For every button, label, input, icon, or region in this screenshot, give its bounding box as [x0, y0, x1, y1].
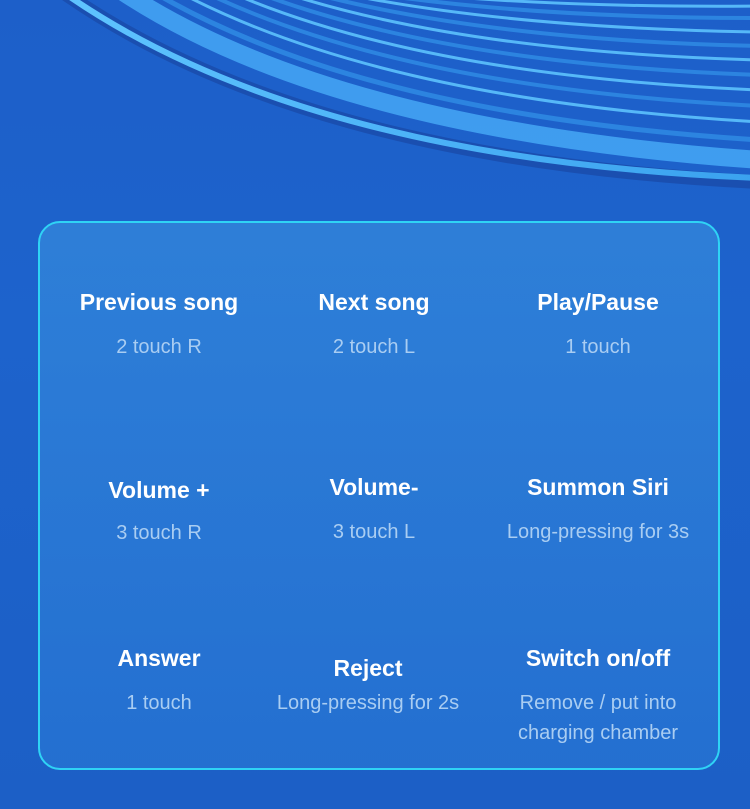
control-action: 2 touch L — [332, 336, 416, 358]
control-volume-down: Volume- 3 touch L — [260, 473, 488, 547]
control-action-line2: charging chamber — [517, 722, 679, 744]
control-switch-on-off: Switch on/off Remove / put into charging… — [484, 644, 712, 748]
control-previous-song: Previous song 2 touch R — [45, 288, 273, 362]
control-summon-siri: Summon Siri Long-pressing for 3s — [484, 473, 712, 547]
control-title: Switch on/off — [525, 645, 671, 671]
control-action: 3 touch L — [332, 521, 416, 543]
control-next-song: Next song 2 touch L — [260, 288, 488, 362]
control-action: 1 touch — [565, 336, 631, 358]
control-action: Remove / put into — [519, 692, 677, 714]
control-action: Long-pressing for 3s — [506, 521, 690, 543]
control-title: Play/Pause — [537, 289, 659, 315]
touch-controls-panel: Previous song 2 touch R Next song 2 touc… — [38, 221, 720, 770]
control-answer: Answer 1 touch — [45, 644, 273, 718]
control-reject: Reject Long-pressing for 2s — [254, 654, 482, 718]
control-action: 2 touch R — [116, 336, 202, 358]
control-title: Answer — [117, 645, 201, 671]
control-action: 1 touch — [126, 692, 192, 714]
control-action: Long-pressing for 2s — [276, 692, 460, 714]
control-action: 3 touch R — [116, 522, 202, 544]
decorative-ring-graphic — [62, 0, 750, 189]
control-title: Previous song — [79, 289, 239, 315]
control-title: Summon Siri — [527, 474, 669, 500]
control-title: Volume- — [329, 474, 419, 500]
control-title: Volume + — [108, 477, 210, 503]
control-play-pause: Play/Pause 1 touch — [484, 288, 712, 362]
control-title: Next song — [318, 289, 430, 315]
control-title: Reject — [333, 655, 403, 681]
control-volume-up: Volume + 3 touch R — [45, 476, 273, 548]
